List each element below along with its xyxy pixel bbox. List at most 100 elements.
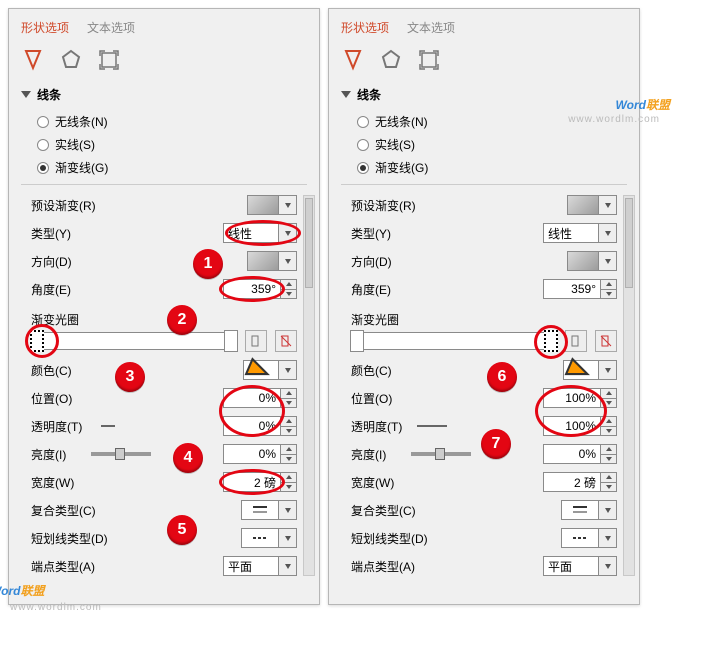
cap-dropdown[interactable]: [599, 556, 617, 576]
gradient-stop[interactable]: [350, 330, 364, 352]
radio-noline[interactable]: 无线条(N): [37, 113, 307, 130]
label-position: 位置(O): [351, 390, 437, 407]
compound-dropdown[interactable]: [279, 500, 297, 520]
label-compound: 复合类型(C): [351, 502, 437, 519]
radio-solid[interactable]: 实线(S): [357, 136, 627, 153]
gradient-track[interactable]: [31, 332, 237, 350]
size-icon[interactable]: [417, 48, 441, 72]
effects-icon[interactable]: [59, 48, 83, 72]
label-width: 宽度(W): [351, 474, 437, 491]
color-dropdown[interactable]: [279, 360, 297, 380]
position-spin[interactable]: [601, 388, 617, 408]
label-dash: 短划线类型(D): [31, 530, 117, 547]
transparency-spin[interactable]: [601, 416, 617, 436]
type-dropdown[interactable]: [599, 223, 617, 243]
cap-input[interactable]: 平面: [543, 556, 599, 576]
scrollbar[interactable]: [623, 195, 635, 576]
format-shape-pane-right: 形状选项 文本选项 线条 无线条(N) 实线(S) 渐变线(G) 预设渐变(R)…: [328, 8, 640, 605]
dash-button[interactable]: [561, 528, 599, 548]
gradient-stop[interactable]: [224, 330, 238, 352]
fill-line-icon[interactable]: [341, 48, 365, 72]
angle-input[interactable]: 359°: [223, 279, 281, 299]
radio-solid[interactable]: 实线(S): [37, 136, 307, 153]
gradient-track[interactable]: [351, 332, 557, 350]
compound-button[interactable]: [241, 500, 279, 520]
chevron-down-icon: [341, 91, 351, 98]
direction-dropdown[interactable]: [279, 251, 297, 271]
position-spin[interactable]: [281, 388, 297, 408]
brightness-slider[interactable]: [91, 452, 151, 456]
remove-stop-icon[interactable]: [275, 330, 297, 352]
color-picker[interactable]: [563, 360, 599, 380]
brightness-slider[interactable]: [411, 452, 471, 456]
brightness-spin[interactable]: [601, 444, 617, 464]
compound-dropdown[interactable]: [599, 500, 617, 520]
transparency-input[interactable]: 0%: [223, 416, 281, 436]
transparency-spin[interactable]: [281, 416, 297, 436]
gradient-stop[interactable]: [30, 330, 44, 352]
add-stop-icon[interactable]: [565, 330, 587, 352]
label-position: 位置(O): [31, 390, 117, 407]
callout-6: 6: [487, 362, 517, 392]
dash-dropdown[interactable]: [599, 528, 617, 548]
color-dropdown[interactable]: [599, 360, 617, 380]
width-input[interactable]: 2 磅: [223, 472, 281, 492]
type-input[interactable]: 线性: [543, 223, 599, 243]
remove-stop-icon[interactable]: [595, 330, 617, 352]
effects-icon[interactable]: [379, 48, 403, 72]
tab-shape-options[interactable]: 形状选项: [21, 19, 69, 38]
section-title: 线条: [357, 86, 381, 103]
label-color: 颜色(C): [351, 362, 437, 379]
brightness-input[interactable]: 0%: [543, 444, 601, 464]
tab-text-options[interactable]: 文本选项: [407, 19, 455, 38]
callout-3: 3: [115, 362, 145, 392]
angle-spin[interactable]: [601, 279, 617, 299]
position-input[interactable]: 0%: [223, 388, 281, 408]
radio-gradient[interactable]: 渐变线(G): [37, 159, 307, 176]
dash-button[interactable]: [241, 528, 279, 548]
width-spin[interactable]: [601, 472, 617, 492]
section-line[interactable]: 线条: [21, 86, 307, 103]
radio-label: 实线(S): [375, 136, 415, 153]
label-compound: 复合类型(C): [31, 502, 117, 519]
direction-swatch[interactable]: [247, 251, 279, 271]
direction-swatch[interactable]: [567, 251, 599, 271]
position-input[interactable]: 100%: [543, 388, 601, 408]
radio-gradient[interactable]: 渐变线(G): [357, 159, 627, 176]
gradient-stop[interactable]: [544, 330, 558, 352]
label-color: 颜色(C): [31, 362, 117, 379]
tab-text-options[interactable]: 文本选项: [87, 19, 135, 38]
preset-dropdown[interactable]: [279, 195, 297, 215]
cap-dropdown[interactable]: [279, 556, 297, 576]
brightness-input[interactable]: 0%: [223, 444, 281, 464]
compound-button[interactable]: [561, 500, 599, 520]
dash-dropdown[interactable]: [279, 528, 297, 548]
preset-swatch[interactable]: [567, 195, 599, 215]
cap-input[interactable]: 平面: [223, 556, 279, 576]
direction-dropdown[interactable]: [599, 251, 617, 271]
radio-label: 无线条(N): [375, 113, 428, 130]
category-toolbar: [21, 48, 307, 72]
label-direction: 方向(D): [31, 253, 117, 270]
transparency-input[interactable]: 100%: [543, 416, 601, 436]
brightness-spin[interactable]: [281, 444, 297, 464]
preset-swatch[interactable]: [247, 195, 279, 215]
angle-input[interactable]: 359°: [543, 279, 601, 299]
section-line[interactable]: 线条: [341, 86, 627, 103]
add-stop-icon[interactable]: [245, 330, 267, 352]
fill-line-icon[interactable]: [21, 48, 45, 72]
tab-shape-options[interactable]: 形状选项: [341, 19, 389, 38]
label-dash: 短划线类型(D): [351, 530, 437, 547]
preset-dropdown[interactable]: [599, 195, 617, 215]
scrollbar[interactable]: [303, 195, 315, 576]
size-icon[interactable]: [97, 48, 121, 72]
watermark-url: www.wordlm.com: [10, 602, 102, 613]
type-input[interactable]: 线性: [223, 223, 279, 243]
angle-spin[interactable]: [281, 279, 297, 299]
color-picker[interactable]: [243, 360, 279, 380]
width-input[interactable]: 2 磅: [543, 472, 601, 492]
label-type: 类型(Y): [31, 225, 117, 242]
callout-5: 5: [167, 515, 197, 545]
width-spin[interactable]: [281, 472, 297, 492]
type-dropdown[interactable]: [279, 223, 297, 243]
